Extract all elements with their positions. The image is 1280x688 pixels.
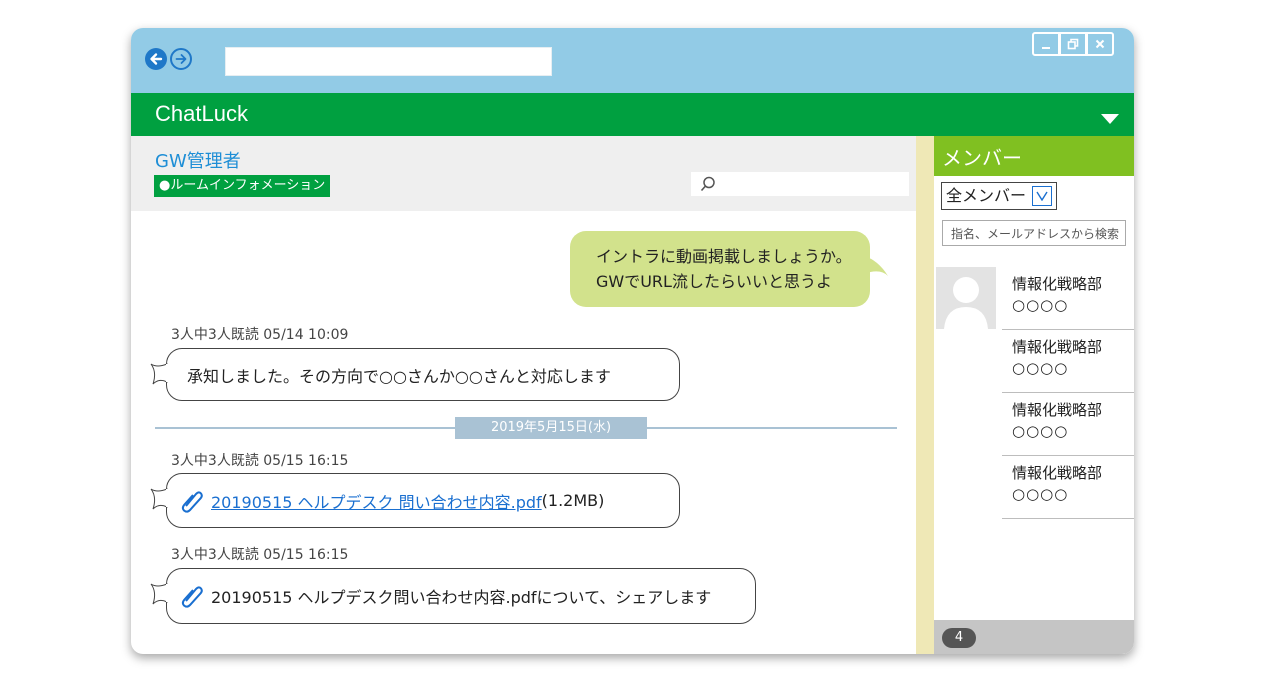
app-bar: ChatLuck — [131, 93, 1134, 136]
bubble-tail — [150, 583, 168, 605]
member-count-badge: 4 — [942, 628, 976, 648]
close-icon — [1095, 39, 1105, 49]
message-bubble: 承知しました。その方向で○○さんか○○さんと対応します — [166, 348, 680, 401]
member-panel: メンバー 全メンバー 指名、メールアドレスから検索 情報化戦略部 ○○○○ 情報… — [934, 136, 1134, 654]
title-bar — [131, 28, 1134, 93]
member-name: ○○○○ — [1012, 359, 1069, 377]
member-department: 情報化戦略部 — [1012, 338, 1103, 356]
forward-button[interactable] — [170, 48, 192, 70]
read-receipt: 3人中3人既読 05/14 10:09 — [171, 327, 349, 343]
bubble-tail — [150, 363, 168, 385]
app-title: ChatLuck — [155, 101, 248, 126]
chevron-down-icon — [1032, 186, 1053, 206]
back-arrow-icon — [150, 53, 163, 65]
own-bubble-tail — [864, 256, 888, 276]
avatar-icon — [944, 277, 988, 329]
panel-divider — [916, 136, 934, 654]
minimize-icon — [1042, 47, 1050, 49]
member-department: 情報化戦略部 — [1012, 401, 1103, 419]
member-search-input[interactable]: 指名、メールアドレスから検索 — [942, 220, 1126, 246]
member-list-item[interactable]: 情報化戦略部 ○○○○ — [1002, 393, 1134, 456]
minimize-button[interactable] — [1032, 32, 1060, 56]
member-panel-header: メンバー — [934, 136, 1134, 176]
member-name: ○○○○ — [1012, 422, 1069, 440]
avatar — [936, 267, 996, 329]
read-receipt: 3人中3人既読 05/15 16:15 — [171, 547, 349, 563]
member-department: 情報化戦略部 — [1012, 464, 1103, 482]
maximize-icon — [1067, 38, 1079, 50]
search-icon — [700, 176, 715, 192]
member-list-item[interactable]: 情報化戦略部 ○○○○ — [1002, 267, 1134, 330]
paperclip-icon — [181, 586, 203, 608]
member-name: ○○○○ — [1012, 296, 1069, 314]
member-name: ○○○○ — [1012, 485, 1069, 503]
member-panel-title: メンバー — [942, 146, 1022, 170]
member-panel-footer: 4 — [934, 620, 1134, 654]
message-bubble: 20190515 ヘルプデスク問い合わせ内容.pdfについて、シェアします — [166, 568, 756, 624]
window-controls — [1032, 32, 1114, 56]
member-filter-select[interactable]: 全メンバー — [941, 182, 1058, 210]
app-window: ChatLuck GW管理者 ●ルームインフォメーション イントラに動画掲載しま… — [131, 28, 1134, 654]
message-text: 承知しました。その方向で○○さんか○○さんと対応します — [187, 366, 611, 386]
dropdown-triangle-icon — [1101, 114, 1119, 124]
own-message-bubble: イントラに動画掲載しましょうか。 GWでURL流したらいいと思うよ — [570, 231, 870, 307]
member-list-item[interactable]: 情報化戦略部 ○○○○ — [1002, 456, 1134, 519]
attachment-link[interactable]: 20190515 ヘルプデスク 問い合わせ内容.pdf — [211, 489, 542, 513]
bubble-tail — [150, 488, 168, 510]
maximize-button[interactable] — [1060, 32, 1087, 56]
message-bubble: 20190515 ヘルプデスク 問い合わせ内容.pdf (1.2MB) — [166, 473, 680, 528]
member-filter-value: 全メンバー — [946, 186, 1027, 205]
member-department: 情報化戦略部 — [1012, 275, 1103, 293]
room-name: GW管理者 — [155, 151, 241, 172]
chat-search-input[interactable] — [691, 172, 909, 196]
own-message-line-1: イントラに動画掲載しましょうか。 — [596, 247, 852, 266]
close-button[interactable] — [1087, 32, 1114, 56]
own-message-line-2: GWでURL流したらいいと思うよ — [596, 272, 832, 291]
room-info-button[interactable]: ●ルームインフォメーション — [154, 175, 331, 197]
back-button[interactable] — [145, 48, 167, 70]
address-bar[interactable] — [225, 47, 552, 76]
member-list-item[interactable]: 情報化戦略部 ○○○○ — [1002, 330, 1134, 393]
date-separator: 2019年5月15日(水) — [455, 417, 647, 439]
attachment-size: (1.2MB) — [541, 491, 605, 510]
message-text: 20190515 ヘルプデスク問い合わせ内容.pdfについて、シェアします — [211, 588, 712, 607]
forward-arrow-icon — [175, 54, 187, 64]
read-receipt: 3人中3人既読 05/15 16:15 — [171, 453, 349, 469]
paperclip-icon — [181, 490, 203, 513]
chat-header: GW管理者 ●ルームインフォメーション — [131, 136, 916, 211]
app-menu-dropdown[interactable] — [1100, 110, 1120, 129]
